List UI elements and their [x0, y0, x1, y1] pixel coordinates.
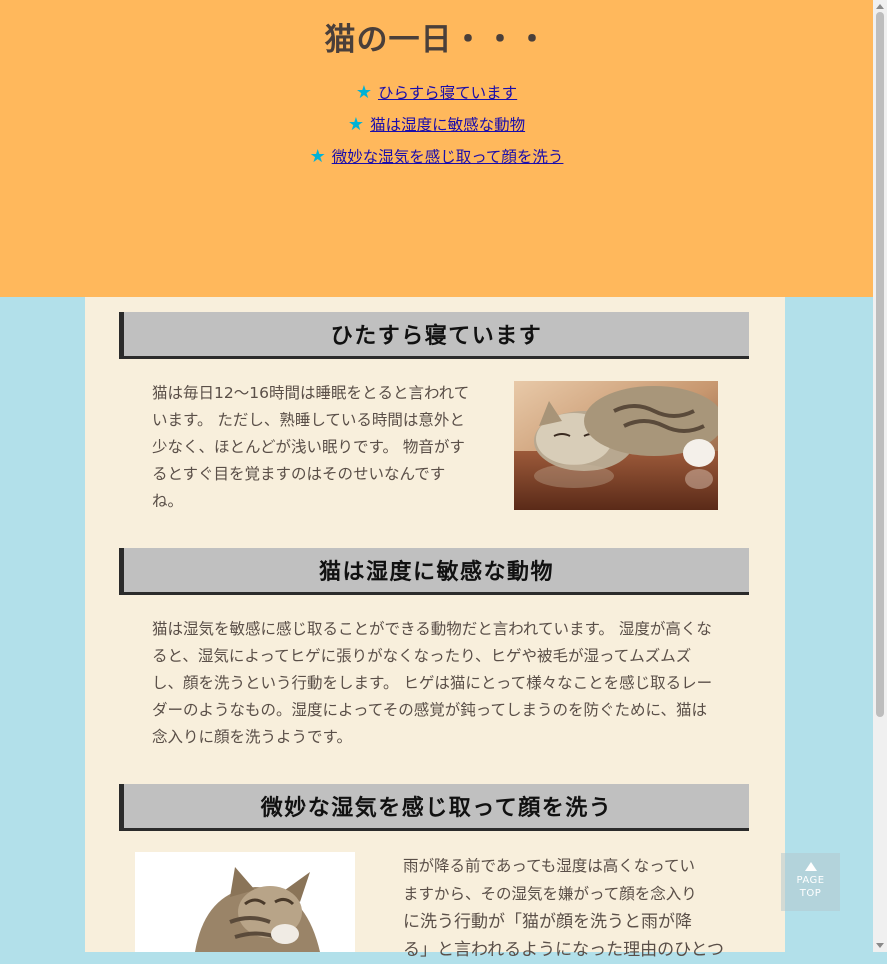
site-header: 猫の一日・・・ ★ ひらすら寝ています ★ 猫は湿度に敏感な動物 ★ 微妙な湿気を感じ…: [0, 0, 873, 297]
section-heading-face-washing: 微妙な湿気を感じ取って顔を洗う: [119, 784, 749, 831]
sleeping-cat-photo: [514, 381, 718, 510]
section-text-humidity: 猫は湿気を敏感に感じ取ることができる動物だと言われています。 湿度が高くなると、…: [152, 620, 713, 746]
scroll-down-arrow-icon[interactable]: [873, 940, 887, 952]
main-content: ひたすら寝ています 猫は毎日12〜16時間は睡眠をとると言われています。 ただし…: [85, 297, 785, 960]
table-of-contents: ★ ひらすら寝ています ★ 猫は湿度に敏感な動物 ★ 微妙な湿気を感じ取って顔を洗う: [0, 80, 873, 176]
arrow-up-icon: [804, 862, 817, 871]
star-icon: ★: [347, 114, 365, 135]
text-line: 雨が降る前であっても湿度は高くなってい: [403, 857, 696, 875]
page-top-label: PAGE TOP: [796, 875, 825, 899]
toc-link-face-washing[interactable]: 微妙な湿気を感じ取って顔を洗う: [332, 148, 564, 166]
text-line: る」と言われるようになった理由のひとつ: [403, 940, 724, 960]
star-icon: ★: [309, 146, 326, 167]
toc-item: ★ 猫は湿度に敏感な動物: [0, 112, 873, 144]
toc-item: ★ 微妙な湿気を感じ取って顔を洗う: [0, 144, 873, 176]
section-text-sleeping: 猫は毎日12〜16時間は睡眠をとると言われています。 ただし、熟睡している時間は…: [152, 384, 470, 510]
section-heading-sleeping: ひたすら寝ています: [119, 312, 749, 359]
toc-item: ★ ひらすら寝ています: [0, 80, 873, 112]
section-heading-humidity: 猫は湿度に敏感な動物: [119, 548, 749, 595]
page-top-button[interactable]: PAGE TOP: [781, 853, 840, 911]
scroll-up-arrow-icon[interactable]: [873, 0, 887, 12]
scrollbar-thumb[interactable]: [876, 12, 884, 717]
grooming-cat-photo: [135, 852, 355, 952]
toc-link-sleeping[interactable]: ひらすら寝ています: [378, 84, 517, 102]
star-icon: ★: [355, 82, 372, 103]
text-line: ますから、その湿気を嫌がって顔を念入り: [403, 885, 697, 903]
toc-link-humidity[interactable]: 猫は湿度に敏感な動物: [370, 116, 525, 134]
vertical-scrollbar[interactable]: [873, 0, 887, 952]
site-title: 猫の一日・・・: [324, 22, 549, 58]
text-line: に洗う行動が「猫が顔を洗うと雨が降: [403, 912, 692, 932]
section-text-face-washing: 雨が降る前であっても湿度は高くなってい ますから、その湿気を嫌がって顔を念入り …: [403, 852, 733, 964]
